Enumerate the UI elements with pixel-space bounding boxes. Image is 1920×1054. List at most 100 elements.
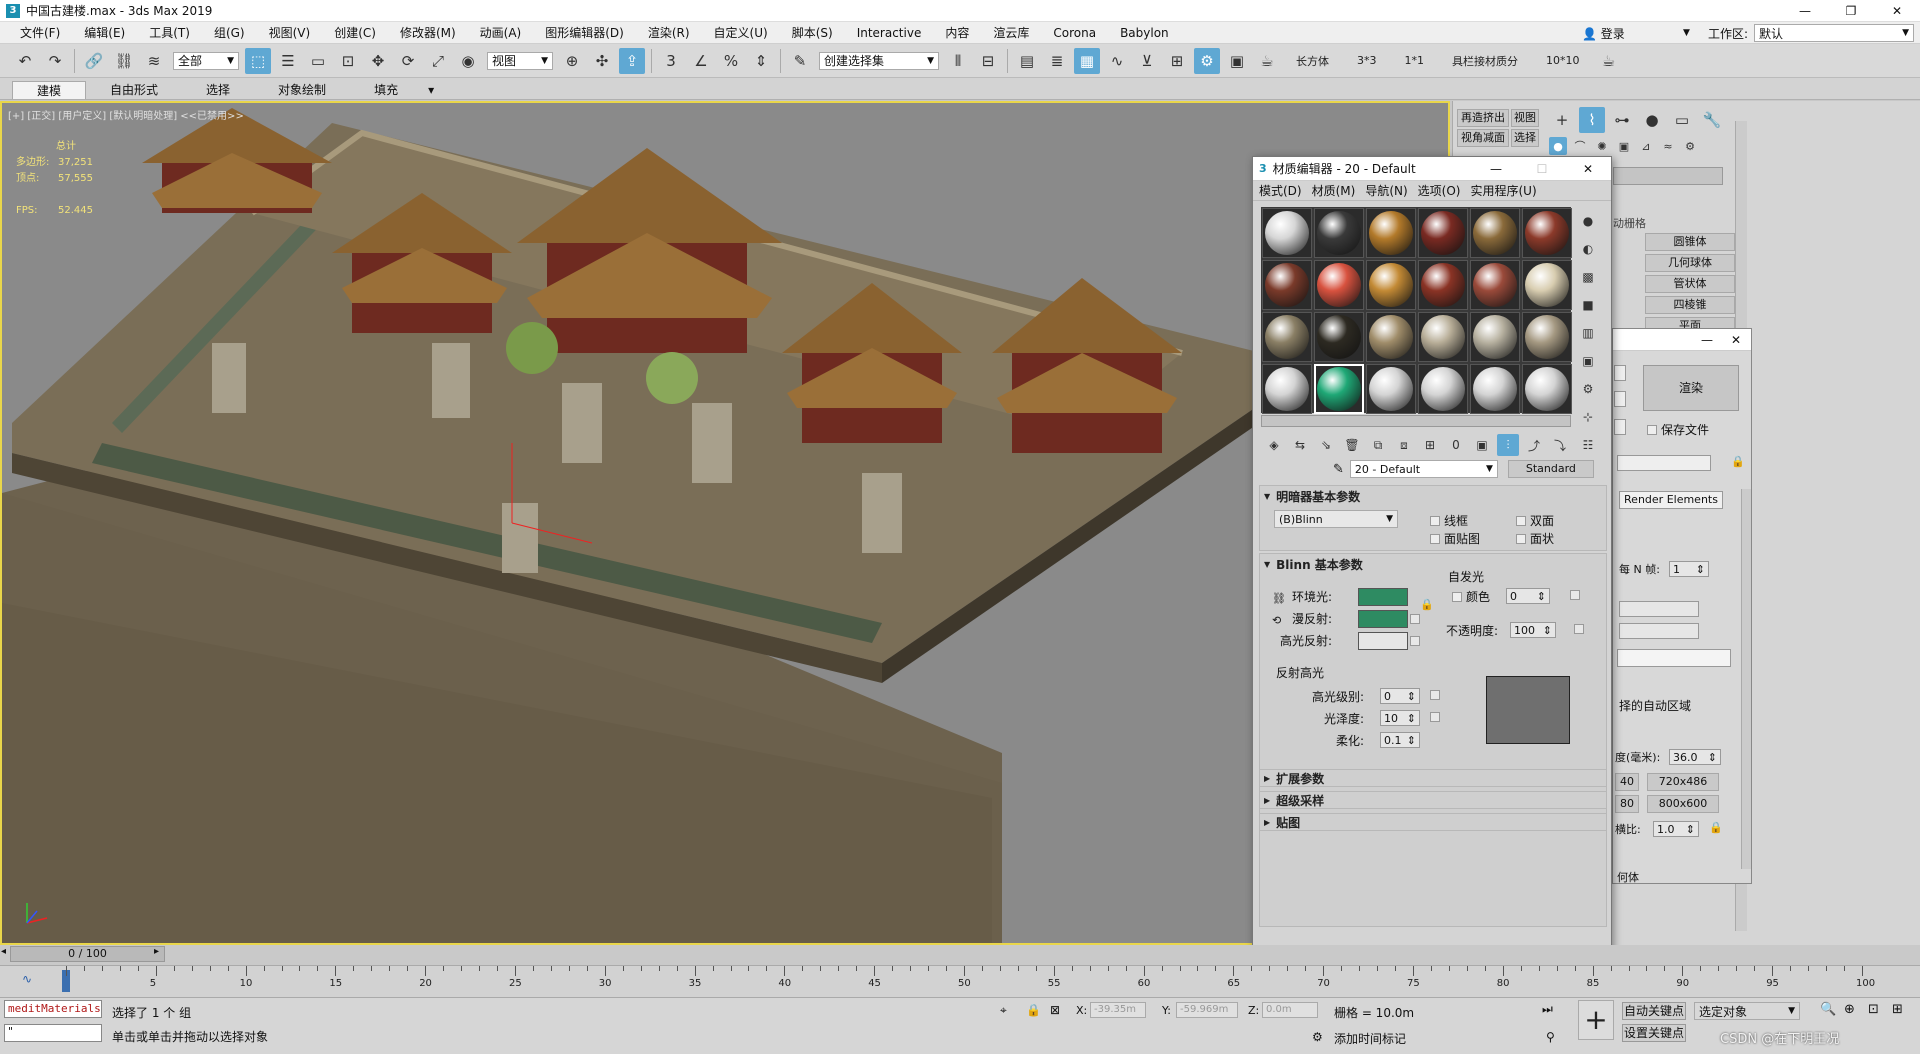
menu-renyun[interactable]: 渲云库 (981, 24, 1041, 41)
redo-icon[interactable]: ↷ (42, 48, 68, 74)
go-forward-sibling-icon[interactable]: ⤵ (1549, 434, 1571, 456)
shader-type-select[interactable]: (B)Blinn ▼ (1274, 510, 1398, 528)
material-slot[interactable] (1418, 312, 1468, 362)
spacewarps-icon[interactable]: ≈ (1659, 137, 1677, 155)
menu-view[interactable]: 视图(V) (257, 24, 323, 41)
make-preview-icon[interactable]: ▣ (1577, 350, 1599, 372)
material-name-field[interactable]: 20 - Default ▼ (1349, 460, 1498, 478)
percent-snap-icon[interactable]: % (718, 48, 744, 74)
lock-icon[interactable]: 🔒 (1731, 455, 1745, 468)
tab-populate[interactable]: 填充 (350, 81, 422, 99)
zoom-extents-all-icon[interactable]: ⊞ (1892, 1002, 1903, 1017)
quick-btn-1[interactable]: 再造挤出 (1457, 109, 1509, 127)
menu-create[interactable]: 创建(C) (322, 24, 388, 41)
range-field-a[interactable] (1619, 601, 1699, 617)
set-key-icon[interactable]: + (1578, 1000, 1614, 1040)
cone-button[interactable]: 圆锥体 (1645, 233, 1735, 251)
auto-key-button[interactable]: 自动关键点 (1622, 1002, 1686, 1020)
every-nth-field[interactable]: 1 ⇕ (1669, 561, 1709, 577)
render-setup-icon[interactable]: ⚙ (1194, 47, 1220, 74)
quick-btn-2[interactable]: 视图 (1511, 109, 1539, 127)
link-icon[interactable]: 🔗 (81, 48, 107, 74)
x-coordinate[interactable]: -39.35m (1090, 1002, 1146, 1018)
tube-button[interactable]: 管状体 (1645, 275, 1735, 293)
toolbar-extra-4[interactable]: 具栏接材质分 (1452, 53, 1518, 69)
time-tag-icon[interactable]: ⚙ (1312, 1030, 1323, 1044)
maps-rollout[interactable]: ▶ 贴图 (1259, 813, 1607, 831)
material-slot[interactable] (1522, 208, 1572, 258)
supersampling-rollout[interactable]: ▶ 超级采样 (1259, 791, 1607, 809)
self-illum-color-checkbox[interactable]: 颜色 (1452, 588, 1490, 605)
material-slot[interactable] (1470, 208, 1520, 258)
lights-icon[interactable]: ✺ (1593, 137, 1611, 155)
close-icon[interactable]: ✕ (1874, 0, 1920, 22)
material-slot[interactable] (1314, 364, 1364, 414)
lock-selection-icon[interactable]: 🔒 (1026, 1003, 1041, 1017)
toolbar-extra-3[interactable]: 1*1 (1405, 54, 1425, 67)
cameras-icon[interactable]: ▣ (1615, 137, 1633, 155)
material-slot[interactable] (1314, 208, 1364, 258)
file-number-base[interactable] (1617, 649, 1731, 667)
menu-utilities[interactable]: 实用程序(U) (1470, 182, 1536, 199)
toolbar-extra-1[interactable]: 长方体 (1296, 53, 1329, 69)
ref-coord-system[interactable]: 视图 ▼ (487, 51, 553, 70)
ribbon-toggle-icon[interactable]: ▦ (1074, 47, 1100, 74)
spinner-snap-icon[interactable]: ⇕ (748, 48, 774, 74)
opacity-value[interactable]: 100 ⇕ (1510, 622, 1556, 638)
scale-icon[interactable]: ⤢ (425, 48, 451, 74)
spec-level-field[interactable]: 0 ⇕ (1380, 688, 1420, 704)
background-icon[interactable]: ▩ (1577, 266, 1599, 288)
rotate-icon[interactable]: ⟳ (395, 48, 421, 74)
mirror-icon[interactable]: ⫴ (945, 48, 971, 74)
copy-material-icon[interactable]: ⧉ (1367, 434, 1389, 456)
preset-dropdown[interactable] (1614, 391, 1626, 407)
material-slot[interactable] (1470, 312, 1520, 362)
edit-named-sel-icon[interactable]: ✎ (787, 48, 813, 74)
quick-btn-3[interactable]: 视角减面 (1457, 129, 1509, 147)
prev-frame-icon[interactable]: ◂ (1, 946, 6, 957)
blinn-basic-header[interactable]: ▼ Blinn 基本参数 (1260, 554, 1606, 574)
wire-checkbox[interactable]: 线框 (1430, 512, 1468, 529)
shapes-icon[interactable]: ⌒ (1571, 137, 1589, 155)
menu-file[interactable]: 文件(F) (8, 24, 72, 41)
tab-render-elements[interactable]: Render Elements (1619, 491, 1723, 509)
res-preset-b-num[interactable]: 80 (1615, 795, 1639, 813)
named-selection-set[interactable]: 创建选择集 ▼ (819, 51, 939, 70)
diffuse-map-button[interactable] (1410, 614, 1420, 624)
zoom-icon[interactable]: 🔍 (1820, 1002, 1836, 1017)
menu-tools[interactable]: 工具(T) (137, 24, 202, 41)
perspective-viewport[interactable]: [+] [正交] [用户定义] [默认明暗处理] <<已禁用>> 总计 多边形:… (0, 101, 1450, 945)
ambient-color-swatch[interactable] (1358, 588, 1408, 606)
modify-tab-icon[interactable]: ⌇ (1579, 107, 1605, 133)
systems-icon[interactable]: ⚙ (1681, 137, 1699, 155)
menu-graph-editors[interactable]: 图形编辑器(D) (533, 24, 636, 41)
schematic-view-icon[interactable]: ⊻ (1134, 48, 1160, 74)
range-field-b[interactable] (1619, 623, 1699, 639)
material-slot[interactable] (1470, 364, 1520, 414)
utilities-tab-icon[interactable]: 🔧 (1699, 107, 1725, 133)
pyramid-button[interactable]: 四棱锥 (1645, 296, 1735, 314)
workspace-select[interactable]: 默认 ▼ (1754, 24, 1914, 42)
rendered-frame-icon[interactable]: ▣ (1224, 48, 1250, 74)
viewport-label[interactable]: [+] [正交] [用户定义] [默认明暗处理] <<已禁用>> (8, 107, 244, 122)
face-map-checkbox[interactable]: 面贴图 (1430, 530, 1480, 547)
display-tab-icon[interactable]: ▭ (1669, 107, 1695, 133)
menu-group[interactable]: 组(G) (202, 24, 257, 41)
menu-scripting[interactable]: 脚本(S) (780, 24, 845, 41)
menu-babylon[interactable]: Babylon (1108, 26, 1181, 40)
glossiness-field[interactable]: 10 ⇕ (1380, 710, 1420, 726)
material-slot[interactable] (1314, 312, 1364, 362)
render-icon[interactable]: ☕ (1254, 48, 1280, 74)
tab-modeling[interactable]: 建模 (12, 81, 87, 99)
material-slot[interactable] (1418, 364, 1468, 414)
glossiness-map-button[interactable] (1430, 712, 1440, 722)
material-slot[interactable] (1262, 208, 1312, 258)
category-dropdown[interactable] (1613, 167, 1723, 185)
close-icon[interactable]: ✕ (1731, 333, 1741, 347)
teapot-icon[interactable]: ☕ (1596, 48, 1622, 74)
quick-btn-4[interactable]: 选择 (1511, 129, 1539, 147)
keyboard-shortcut-icon[interactable]: ⇪ (619, 47, 645, 74)
align-icon[interactable]: ⊟ (975, 48, 1001, 74)
menu-rendering[interactable]: 渲染(R) (636, 24, 702, 41)
supersampling-header[interactable]: ▶ 超级采样 (1260, 792, 1606, 808)
